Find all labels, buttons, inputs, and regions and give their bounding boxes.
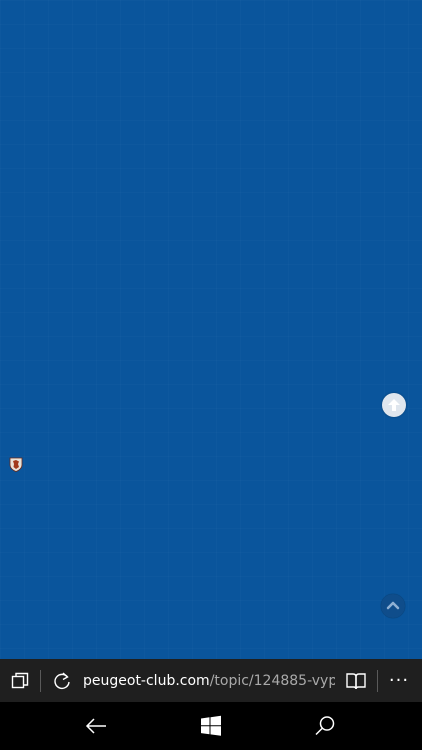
web-page-viewport[interactable] [0, 0, 422, 659]
search-button[interactable] [295, 702, 355, 750]
url-path: /topic/124885-vypadek-f [209, 672, 335, 689]
scroll-to-top-button[interactable] [381, 594, 405, 618]
search-icon [315, 716, 335, 736]
chevron-up-icon [386, 601, 400, 610]
url-domain: peugeot-club.com [83, 672, 210, 689]
refresh-button[interactable] [41, 659, 83, 702]
arrow-up-icon [388, 399, 400, 411]
peugeot-lion-icon[interactable] [9, 457, 23, 472]
reading-view-icon [346, 672, 366, 689]
system-nav-bar [0, 702, 422, 750]
url-field[interactable]: peugeot-club.com/topic/124885-vypadek-f [83, 673, 335, 689]
back-arrow-icon [85, 718, 106, 734]
tabs-icon [11, 672, 29, 688]
browser-address-bar: peugeot-club.com/topic/124885-vypadek-f … [0, 659, 422, 702]
start-button[interactable] [181, 702, 241, 750]
tabs-button[interactable] [0, 659, 40, 702]
back-button[interactable] [66, 702, 126, 750]
refresh-icon [54, 671, 70, 689]
more-icon: ··· [388, 670, 410, 691]
scroll-up-button[interactable] [382, 393, 406, 417]
reading-view-button[interactable] [335, 659, 377, 702]
page-background-pattern [0, 0, 422, 659]
more-button[interactable]: ··· [378, 659, 420, 702]
windows-start-icon [201, 715, 221, 736]
